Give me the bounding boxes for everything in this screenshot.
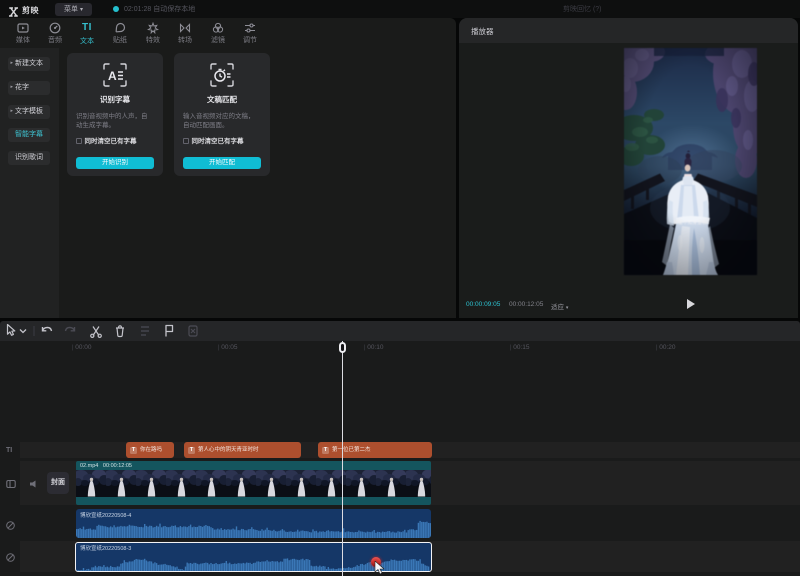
svg-text:A: A: [108, 69, 117, 83]
